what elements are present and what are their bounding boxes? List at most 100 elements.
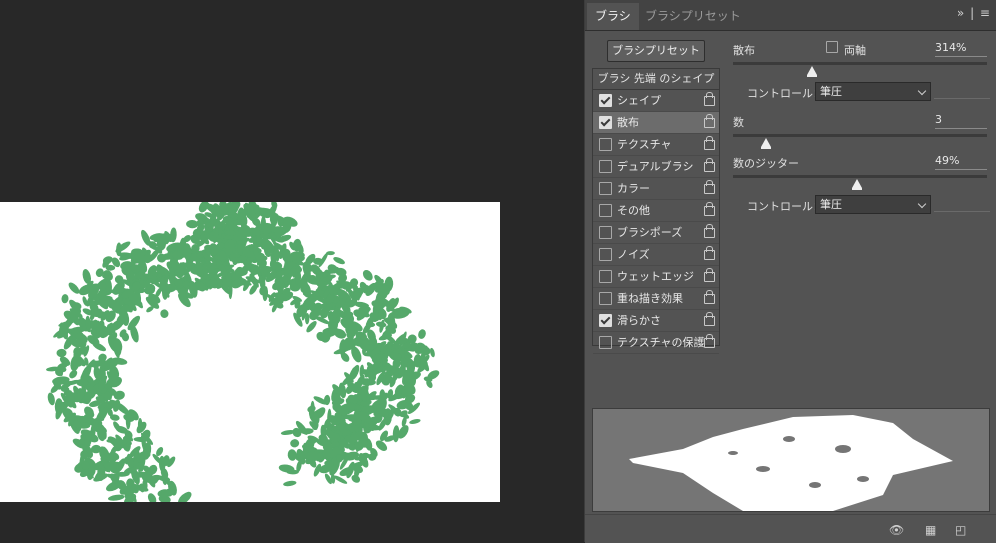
leaf-stamp xyxy=(47,392,55,406)
brush-setting-item[interactable]: テクスチャ xyxy=(593,134,719,156)
setting-label: シェイプ xyxy=(617,94,661,107)
setting-label: ウェットエッジ xyxy=(617,270,694,283)
scatter-slider-thumb[interactable] xyxy=(806,66,817,77)
scatter-label: 散布 xyxy=(733,44,755,57)
lock-icon[interactable] xyxy=(704,268,715,282)
count-slider-thumb[interactable] xyxy=(761,138,772,149)
scatter-control-value: 筆圧 xyxy=(820,85,842,98)
setting-checkbox[interactable] xyxy=(599,94,612,107)
count-slider[interactable] xyxy=(733,134,987,137)
leaf-stamp xyxy=(287,449,297,461)
brush-stroke-artwork xyxy=(46,199,440,505)
count-value-field[interactable]: 3 xyxy=(935,114,987,129)
brush-setting-item[interactable]: 散布 xyxy=(593,112,719,134)
leaf-stamp xyxy=(360,401,370,407)
visibility-toggle-icon[interactable]: 👁 xyxy=(889,523,904,537)
brush-presets-button[interactable]: ブラシプリセット xyxy=(607,40,705,62)
lock-icon[interactable] xyxy=(704,136,715,150)
brush-setting-item[interactable]: 滑らかさ xyxy=(593,310,719,332)
leaf-stamp xyxy=(68,282,80,294)
scatter-slider[interactable] xyxy=(733,62,987,65)
brush-settings-list: ブラシ 先端 のシェイプ シェイプ散布テクスチャデュアルブラシカラーその他ブラシ… xyxy=(592,68,720,354)
setting-checkbox[interactable] xyxy=(599,116,612,129)
setting-label: ブラシポーズ xyxy=(617,226,683,239)
lock-icon[interactable] xyxy=(704,224,715,238)
setting-checkbox[interactable] xyxy=(599,204,612,217)
scatter-control-select[interactable]: 筆圧 xyxy=(815,82,931,101)
brush-panel: ブラシ ブラシプリセット » | ≡ ブラシプリセット ブラシ 先端 のシェイプ… xyxy=(584,0,996,543)
brush-preview-artwork xyxy=(629,415,953,511)
lock-icon[interactable] xyxy=(704,114,715,128)
lock-icon[interactable] xyxy=(704,290,715,304)
lock-icon[interactable] xyxy=(704,180,715,194)
brush-tip-shape-item[interactable]: ブラシ 先端 のシェイプ xyxy=(593,69,719,90)
leaf-stamp xyxy=(107,494,125,501)
brush-setting-item[interactable]: テクスチャの保護 xyxy=(593,332,719,354)
setting-checkbox[interactable] xyxy=(599,270,612,283)
count-jitter-value-field[interactable]: 49% xyxy=(935,155,987,170)
both-axes-checkbox[interactable] xyxy=(826,41,838,53)
leaf-stamp xyxy=(178,491,192,505)
scatter-control-label: コントロール： xyxy=(747,87,824,100)
tab-brush-presets[interactable]: ブラシプリセット xyxy=(637,3,749,30)
count-jitter-label: 数のジッター xyxy=(733,157,799,170)
setting-label: その他 xyxy=(617,204,650,217)
setting-checkbox[interactable] xyxy=(599,138,612,151)
count-label: 数 xyxy=(733,116,744,129)
setting-label: 散布 xyxy=(617,116,639,129)
setting-label: カラー xyxy=(617,182,650,195)
lock-icon[interactable] xyxy=(704,312,715,326)
setting-checkbox[interactable] xyxy=(599,226,612,239)
leaf-stamp xyxy=(282,218,292,233)
count-jitter-slider[interactable] xyxy=(733,175,987,178)
lock-icon[interactable] xyxy=(704,202,715,216)
lock-icon[interactable] xyxy=(704,246,715,260)
setting-checkbox[interactable] xyxy=(599,248,612,261)
lock-icon[interactable] xyxy=(704,334,715,348)
panel-menu-icon[interactable]: » | ≡ xyxy=(957,6,991,20)
setting-label: テクスチャ xyxy=(617,138,672,151)
brush-setting-item[interactable]: その他 xyxy=(593,200,719,222)
setting-checkbox[interactable] xyxy=(599,182,612,195)
setting-checkbox[interactable] xyxy=(599,336,612,349)
scatter-control-field-line xyxy=(934,98,990,99)
lock-icon[interactable] xyxy=(704,158,715,172)
brush-stroke-preview xyxy=(592,408,990,512)
count-jitter-slider-thumb[interactable] xyxy=(852,179,863,190)
leaf-stamp xyxy=(147,493,157,504)
setting-label: 重ね描き効果 xyxy=(617,292,683,305)
brush-setting-item[interactable]: ノイズ xyxy=(593,244,719,266)
leaf-stamp xyxy=(333,256,345,265)
leaf-stamp xyxy=(283,480,297,487)
brush-setting-item[interactable]: デュアルブラシ xyxy=(593,156,719,178)
brush-setting-item[interactable]: カラー xyxy=(593,178,719,200)
chevron-down-icon xyxy=(917,86,927,96)
setting-checkbox[interactable] xyxy=(599,292,612,305)
leaf-stamp xyxy=(418,329,426,339)
leaf-stamp xyxy=(362,269,373,281)
chevron-down-icon xyxy=(917,199,927,209)
lock-icon[interactable] xyxy=(704,92,715,106)
count-jitter-control-value: 筆圧 xyxy=(820,198,842,211)
setting-label: ノイズ xyxy=(617,248,650,261)
panel-tabbar: ブラシ ブラシプリセット » | ≡ xyxy=(585,0,996,31)
count-jitter-control-field-line xyxy=(934,211,990,212)
brush-setting-item[interactable]: ウェットエッジ xyxy=(593,266,719,288)
setting-checkbox[interactable] xyxy=(599,314,612,327)
leaf-stamp xyxy=(160,309,169,318)
count-jitter-control-select[interactable]: 筆圧 xyxy=(815,195,931,214)
brush-setting-item[interactable]: ブラシポーズ xyxy=(593,222,719,244)
tab-brush[interactable]: ブラシ xyxy=(587,3,639,30)
brush-setting-item[interactable]: シェイプ xyxy=(593,90,719,112)
scatter-value-field[interactable]: 314% xyxy=(935,42,987,57)
new-brush-icon[interactable]: ◰ xyxy=(955,523,966,537)
both-axes-label: 両軸 xyxy=(844,44,866,57)
keyboard-icon[interactable]: ▦ xyxy=(925,523,936,537)
setting-checkbox[interactable] xyxy=(599,160,612,173)
brush-setting-item[interactable]: 重ね描き効果 xyxy=(593,288,719,310)
leaf-stamp xyxy=(186,219,199,229)
setting-label: テクスチャの保護 xyxy=(617,336,705,349)
leaf-stamp xyxy=(290,439,300,448)
document-canvas[interactable] xyxy=(0,199,500,505)
leaf-stamp xyxy=(61,294,69,304)
